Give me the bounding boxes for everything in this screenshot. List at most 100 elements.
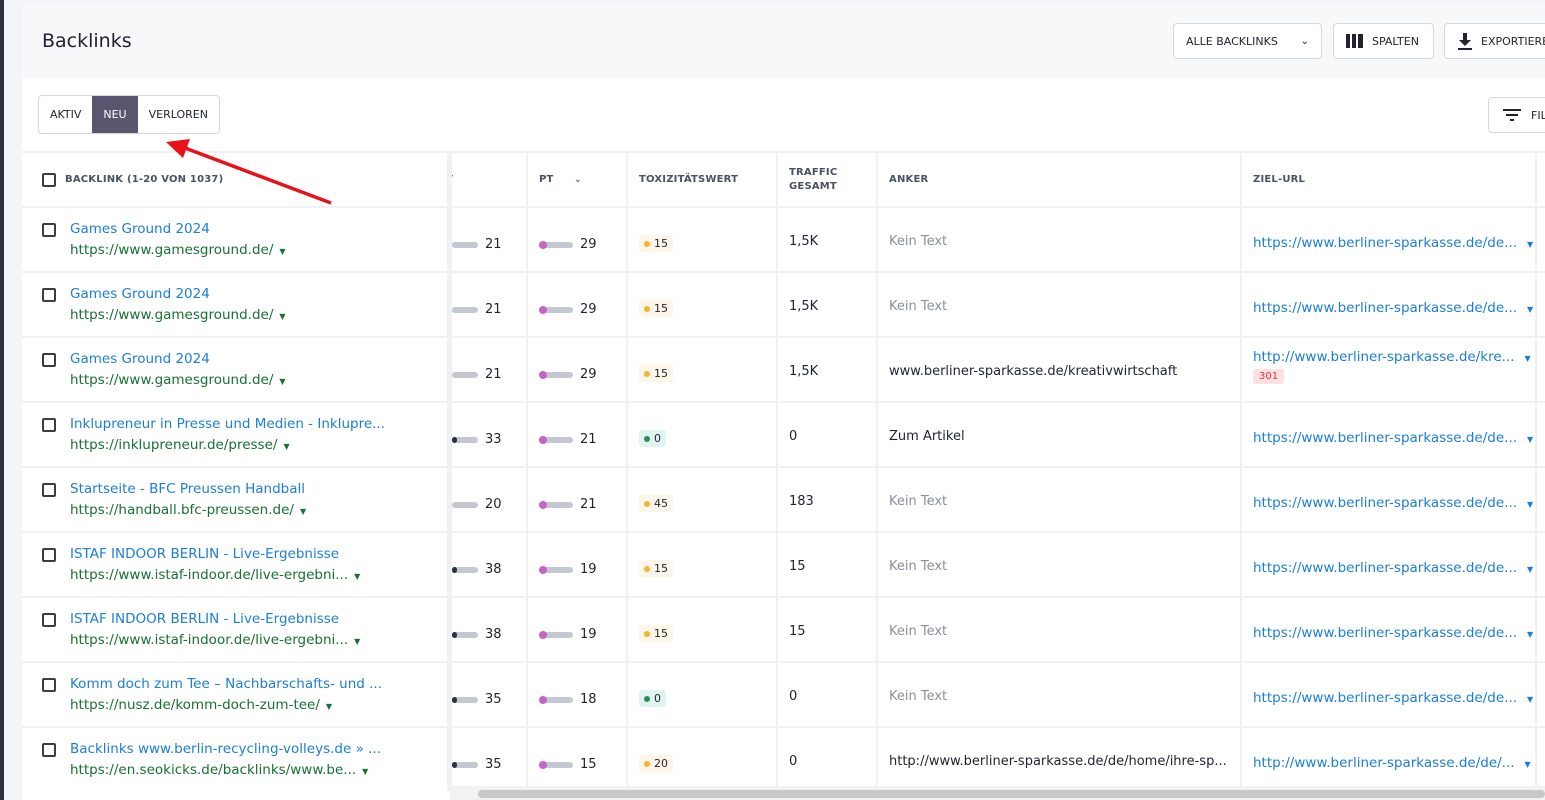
header-traffic[interactable]: TRAFFIC GESAMT <box>776 153 876 206</box>
next-column-cell <box>1535 403 1545 466</box>
filter-label: FILTER <box>1531 108 1545 122</box>
caret-down-icon[interactable]: ▼ <box>354 572 360 581</box>
pt-bar <box>539 695 573 704</box>
backlink-url-link[interactable]: https://www.istaf-indoor.de/live-ergebni… <box>70 567 360 583</box>
t-value: 38 <box>485 627 502 642</box>
traffic-value: 1,5K <box>789 364 819 379</box>
anker-cell: Kein Text <box>876 468 1240 531</box>
t-bar <box>452 371 478 378</box>
backlink-title-link[interactable]: Games Ground 2024 <box>70 221 286 237</box>
tab-aktiv[interactable]: AKTIV <box>39 96 92 133</box>
caret-down-icon[interactable]: ▼ <box>1527 695 1533 704</box>
t-cell: 38 <box>450 533 526 596</box>
export-label: EXPORTIEREN <box>1481 34 1545 48</box>
row-checkbox[interactable] <box>42 353 56 367</box>
caret-down-icon[interactable]: ▼ <box>279 247 285 256</box>
header-toxicity[interactable]: TOXIZITÄTSWERT <box>626 153 776 206</box>
caret-down-icon[interactable]: ▼ <box>354 637 360 646</box>
backlink-url-link[interactable]: https://www.gamesground.de/ ▼ <box>70 242 286 258</box>
backlink-title-link[interactable]: Backlinks www.berlin-recycling-volleys.d… <box>70 741 381 757</box>
caret-down-icon[interactable]: ▼ <box>1527 305 1533 314</box>
backlink-url-link[interactable]: https://www.istaf-indoor.de/live-ergebni… <box>70 632 360 648</box>
traffic-cell: 1,5K <box>776 208 876 271</box>
horizontal-scrollbar[interactable] <box>478 790 1545 798</box>
header-anker[interactable]: ANKER <box>876 153 1240 206</box>
row-checkbox[interactable] <box>42 483 56 497</box>
toxicity-value: 15 <box>654 367 668 380</box>
row-checkbox[interactable] <box>42 223 56 237</box>
export-button[interactable]: EXPORTIEREN <box>1444 23 1545 59</box>
caret-down-icon[interactable]: ▼ <box>1527 500 1533 509</box>
toxicity-cell: 15 <box>626 533 776 596</box>
header-ziel-url[interactable]: ZIEL-URL <box>1240 153 1535 206</box>
caret-down-icon[interactable]: ▼ <box>1527 565 1533 574</box>
backlink-url: https://www.gamesground.de/ <box>70 372 274 388</box>
backlink-title-link[interactable]: Games Ground 2024 <box>70 286 286 302</box>
row-checkbox[interactable] <box>42 418 56 432</box>
anchor-text: Kein Text <box>889 299 948 314</box>
backlink-url-link[interactable]: https://www.gamesground.de/ ▼ <box>70 307 286 323</box>
target-url: https://www.berliner-sparkasse.de/de... <box>1253 624 1518 641</box>
caret-down-icon[interactable]: ▼ <box>1527 435 1533 444</box>
status-dot-icon <box>644 500 650 507</box>
header-t[interactable]: T <box>450 153 526 206</box>
target-url-link[interactable]: http://www.berliner-sparkasse.de/de/... ▼ <box>1253 755 1531 771</box>
caret-down-icon[interactable]: ▼ <box>326 702 332 711</box>
caret-down-icon[interactable]: ▼ <box>279 377 285 386</box>
backlink-title-link[interactable]: ISTAF INDOOR BERLIN - Live-Ergebnisse <box>70 611 360 627</box>
row-checkbox[interactable] <box>42 288 56 302</box>
row-checkbox[interactable] <box>42 678 56 692</box>
row-checkbox[interactable] <box>42 548 56 562</box>
anker-cell: Kein Text <box>876 533 1240 596</box>
pt-cell: 19 <box>526 598 626 661</box>
target-url-link[interactable]: https://www.berliner-sparkasse.de/de... ▼ <box>1253 560 1533 576</box>
caret-down-icon[interactable]: ▼ <box>1527 630 1533 639</box>
target-url-link[interactable]: http://www.berliner-sparkasse.de/kre... ▼ <box>1253 349 1531 365</box>
pt-cell: 15 <box>526 728 626 791</box>
t-value: 35 <box>485 692 502 707</box>
all-backlinks-dropdown[interactable]: ALLE BACKLINKS ⌄ <box>1173 23 1322 59</box>
backlink-url-link[interactable]: https://www.gamesground.de/ ▼ <box>70 372 286 388</box>
columns-button[interactable]: SPALTEN <box>1333 23 1434 59</box>
t-value: 38 <box>485 562 502 577</box>
anker-cell: Kein Text <box>876 273 1240 336</box>
filter-button[interactable]: FILTER <box>1488 97 1545 133</box>
toxicity-cell: 15 <box>626 338 776 401</box>
backlink-title-link[interactable]: Komm doch zum Tee – Nachbarschafts- und … <box>70 676 382 692</box>
sort-chevron-icon[interactable]: ⌄ <box>574 174 583 185</box>
caret-down-icon[interactable]: ▼ <box>1525 354 1531 363</box>
target-url-link[interactable]: https://www.berliner-sparkasse.de/de... ▼ <box>1253 625 1533 641</box>
status-dot-icon <box>644 370 650 377</box>
row-checkbox[interactable] <box>42 613 56 627</box>
backlink-url-link[interactable]: https://inklupreneur.de/presse/ ▼ <box>70 437 385 453</box>
backlink-url-link[interactable]: https://handball.bfc-preussen.de/ ▼ <box>70 502 306 518</box>
status-dot-icon <box>644 695 650 702</box>
target-url-link[interactable]: https://www.berliner-sparkasse.de/de... ▼ <box>1253 300 1533 316</box>
caret-down-icon[interactable]: ▼ <box>300 507 306 516</box>
target-url-link[interactable]: https://www.berliner-sparkasse.de/de... ▼ <box>1253 235 1533 251</box>
backlink-url-link[interactable]: https://en.seokicks.de/backlinks/www.be.… <box>70 762 381 778</box>
target-url-link[interactable]: https://www.berliner-sparkasse.de/de... ▼ <box>1253 495 1533 511</box>
caret-down-icon[interactable]: ▼ <box>279 312 285 321</box>
caret-down-icon[interactable]: ▼ <box>283 442 289 451</box>
ziel-url-cell: https://www.berliner-sparkasse.de/de... ▼ <box>1240 208 1535 271</box>
caret-down-icon[interactable]: ▼ <box>1527 240 1533 249</box>
target-url-link[interactable]: https://www.berliner-sparkasse.de/de... ▼ <box>1253 690 1533 706</box>
table-row: Backlinks www.berlin-recycling-volleys.d… <box>22 726 1545 791</box>
backlink-url-link[interactable]: https://nusz.de/komm-doch-zum-tee/ ▼ <box>70 697 382 713</box>
header-pt[interactable]: PT ⌄ <box>526 153 626 206</box>
toxicity-value: 15 <box>654 237 668 250</box>
tab-neu[interactable]: NEU <box>92 96 138 133</box>
toxicity-badge: 0 <box>639 690 666 707</box>
caret-down-icon[interactable]: ▼ <box>1525 760 1531 769</box>
backlink-title-link[interactable]: Inklupreneur in Presse und Medien - Inkl… <box>70 416 385 432</box>
row-checkbox[interactable] <box>42 743 56 757</box>
traffic-value: 1,5K <box>789 299 819 314</box>
backlink-title-link[interactable]: ISTAF INDOOR BERLIN - Live-Ergebnisse <box>70 546 360 562</box>
backlink-title-link[interactable]: Games Ground 2024 <box>70 351 286 367</box>
backlink-title-link[interactable]: Startseite - BFC Preussen Handball <box>70 481 306 497</box>
tab-verloren[interactable]: VERLOREN <box>138 96 219 133</box>
select-all-checkbox[interactable] <box>42 172 56 187</box>
caret-down-icon[interactable]: ▼ <box>362 767 368 776</box>
target-url-link[interactable]: https://www.berliner-sparkasse.de/de... ▼ <box>1253 430 1533 446</box>
